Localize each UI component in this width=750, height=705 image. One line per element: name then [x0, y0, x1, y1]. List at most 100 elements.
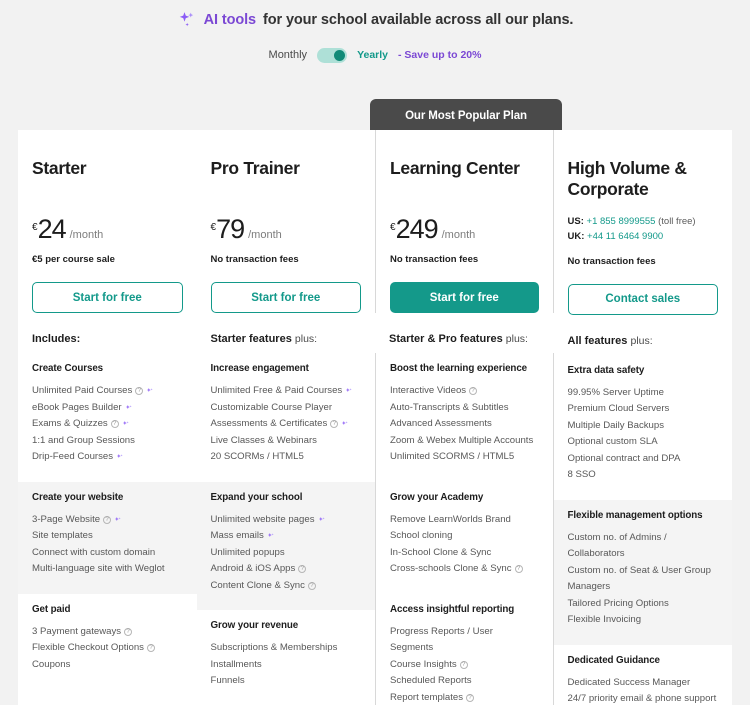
feature-label: 20 SCORMs / HTML5 [210, 451, 304, 462]
plan-note: €5 per course sale [32, 254, 115, 265]
price-row: € 249 /month [390, 216, 539, 243]
feature-label: Optional custom SLA [567, 436, 658, 448]
plan-header: Learning Center € 249 /month No transact… [375, 130, 554, 313]
help-icon[interactable]: ? [146, 644, 155, 652]
feature-label: Advanced Assessments [390, 418, 492, 429]
feature-item: School cloning [390, 528, 539, 545]
plan-cta-button[interactable]: Contact sales [567, 283, 718, 315]
feature-section: Expand your school Unlimited website pag… [196, 481, 375, 610]
feature-label: eBook Pages Builder [32, 401, 122, 413]
feature-label: Interactive Videos [390, 385, 467, 396]
feature-item: Connect with custom domain [32, 545, 183, 562]
ai-sparkle-icon [116, 454, 123, 458]
feature-item: Exams & Quizzes ? [32, 416, 183, 433]
billing-save-label: - Save up to 20% [398, 49, 482, 61]
feature-label: In-School Clone & Sync [390, 546, 492, 558]
feature-label: Remove LearnWorlds Brand [390, 513, 511, 525]
billing-yearly-label[interactable]: Yearly [357, 49, 388, 61]
us-phone[interactable]: +1 855 8999555 [587, 216, 656, 227]
feature-item: Unlimited SCORMS / HTML5 [390, 449, 539, 466]
feature-item: 3-Page Website ? [32, 512, 183, 529]
feature-item: Multi-language site with Weglot [32, 561, 183, 578]
billing-monthly-label[interactable]: Monthly [269, 49, 308, 61]
feature-section-title: Access insightful reporting [390, 603, 515, 615]
plus-rest-text: plus: [630, 334, 653, 347]
feature-label: Unlimited website pages [210, 513, 315, 525]
help-icon[interactable]: ? [135, 387, 144, 395]
plan-cta-button[interactable]: Start for free [32, 282, 183, 313]
feature-label: Android & iOS Apps [210, 563, 296, 574]
billing-period-switch[interactable] [317, 47, 348, 63]
sparkle-icon [179, 12, 193, 27]
feature-label: Unlimited SCORMS / HTML5 [390, 451, 515, 462]
feature-section-title: Boost the learning experience [390, 363, 528, 374]
help-icon[interactable]: ? [124, 627, 133, 636]
plus-rest-text: plus: [294, 333, 318, 345]
feature-label: Unlimited popups [210, 546, 285, 558]
feature-item: Content Clone & Sync ? [211, 578, 362, 595]
help-icon[interactable]: ? [469, 387, 478, 395]
feature-label: 99.95% Server Uptime [567, 386, 665, 398]
help-icon[interactable]: ? [298, 565, 307, 573]
feature-section-title: Increase engagement [210, 363, 309, 374]
switch-knob [334, 49, 346, 61]
plan-cta-button[interactable]: Start for free [390, 282, 539, 313]
feature-section: Grow your Academy Remove LearnWorlds Bra… [375, 481, 554, 594]
feature-label: Custom no. of Admins / Collaborators [567, 531, 667, 560]
feature-item: 8 SSO [568, 467, 719, 484]
plan-cta-button[interactable]: Start for free [210, 282, 361, 313]
pricing-column-1: Pro Trainer € 79 /month No transaction f… [196, 130, 375, 705]
feature-item: Custom no. of Seat & User Group Managers [568, 563, 719, 596]
feature-section: Create Courses Unlimited Paid Courses ? … [18, 353, 197, 482]
feature-section: Boost the learning experience Interactiv… [375, 353, 554, 482]
plan-name: Learning Center [390, 158, 520, 178]
feature-item: Site templates [32, 528, 183, 545]
feature-item: Funnels [211, 673, 362, 690]
feature-label: Flexible Checkout Options [32, 642, 144, 653]
help-icon[interactable]: ? [459, 660, 468, 669]
feature-section: Extra data safety 99.95% Server Uptime P… [554, 355, 733, 500]
help-icon[interactable]: ? [110, 420, 119, 428]
price-amount: 79 [216, 214, 245, 244]
feature-item: Progress Reports / User Segments [390, 624, 539, 657]
uk-phone[interactable]: +44 11 6464 9900 [587, 231, 663, 242]
price-row: € 24 /month [32, 216, 183, 243]
feature-item: 20 SCORMs / HTML5 [211, 449, 362, 466]
feature-label: Tailored Pricing Options [567, 597, 669, 609]
feature-item: Installments [211, 657, 362, 674]
plan-header: High Volume & Corporate US: +1 855 89995… [554, 130, 733, 315]
feature-item: Premium Cloud Servers [568, 401, 719, 418]
feature-label: Auto-Transcripts & Subtitles [390, 401, 509, 413]
plus-bold-text: Starter & Pro features [389, 333, 503, 345]
pricing-cards-grid: Starter € 24 /month €5 per course sale S… [18, 130, 732, 705]
feature-item: Dedicated Success Manager [568, 675, 719, 692]
ai-sparkle-icon [346, 388, 352, 392]
price-amount: 249 [395, 214, 439, 244]
feature-item: Course Insights ? [390, 657, 539, 674]
feature-item: Subscriptions & Memberships [211, 640, 362, 657]
help-icon[interactable]: ? [330, 420, 339, 428]
feature-label: Multi-language site with Weglot [32, 563, 165, 574]
feature-label: Installments [210, 658, 262, 670]
feature-label: 1:1 and Group Sessions [32, 434, 135, 446]
feature-section-title: Expand your school [210, 491, 303, 503]
feature-item: Report templates ? [390, 690, 539, 705]
most-popular-badge: Our Most Popular Plan [370, 99, 562, 133]
plan-plus-line: Includes: [18, 313, 197, 353]
feature-item: Customizable Course Player [211, 400, 362, 417]
feature-item: Scheduled Reports [390, 673, 539, 690]
help-icon[interactable]: ? [514, 565, 523, 573]
feature-label: Subscriptions & Memberships [210, 642, 338, 653]
plus-bold-text: Starter features [210, 333, 292, 345]
feature-label: Flexible Invoicing [567, 614, 642, 626]
feature-item: Advanced Assessments [390, 416, 539, 433]
feature-item: Unlimited Paid Courses ? [32, 383, 183, 400]
help-icon[interactable]: ? [466, 693, 475, 702]
feature-label: 3-Page Website [32, 513, 101, 525]
feature-item: Multiple Daily Backups [568, 418, 719, 435]
help-icon[interactable]: ? [307, 581, 316, 590]
pricing-column-2: Learning Center € 249 /month No transact… [375, 130, 554, 705]
feature-label: Content Clone & Sync [210, 579, 305, 591]
help-icon[interactable]: ? [103, 515, 112, 524]
feature-item: Interactive Videos ? [390, 383, 539, 400]
